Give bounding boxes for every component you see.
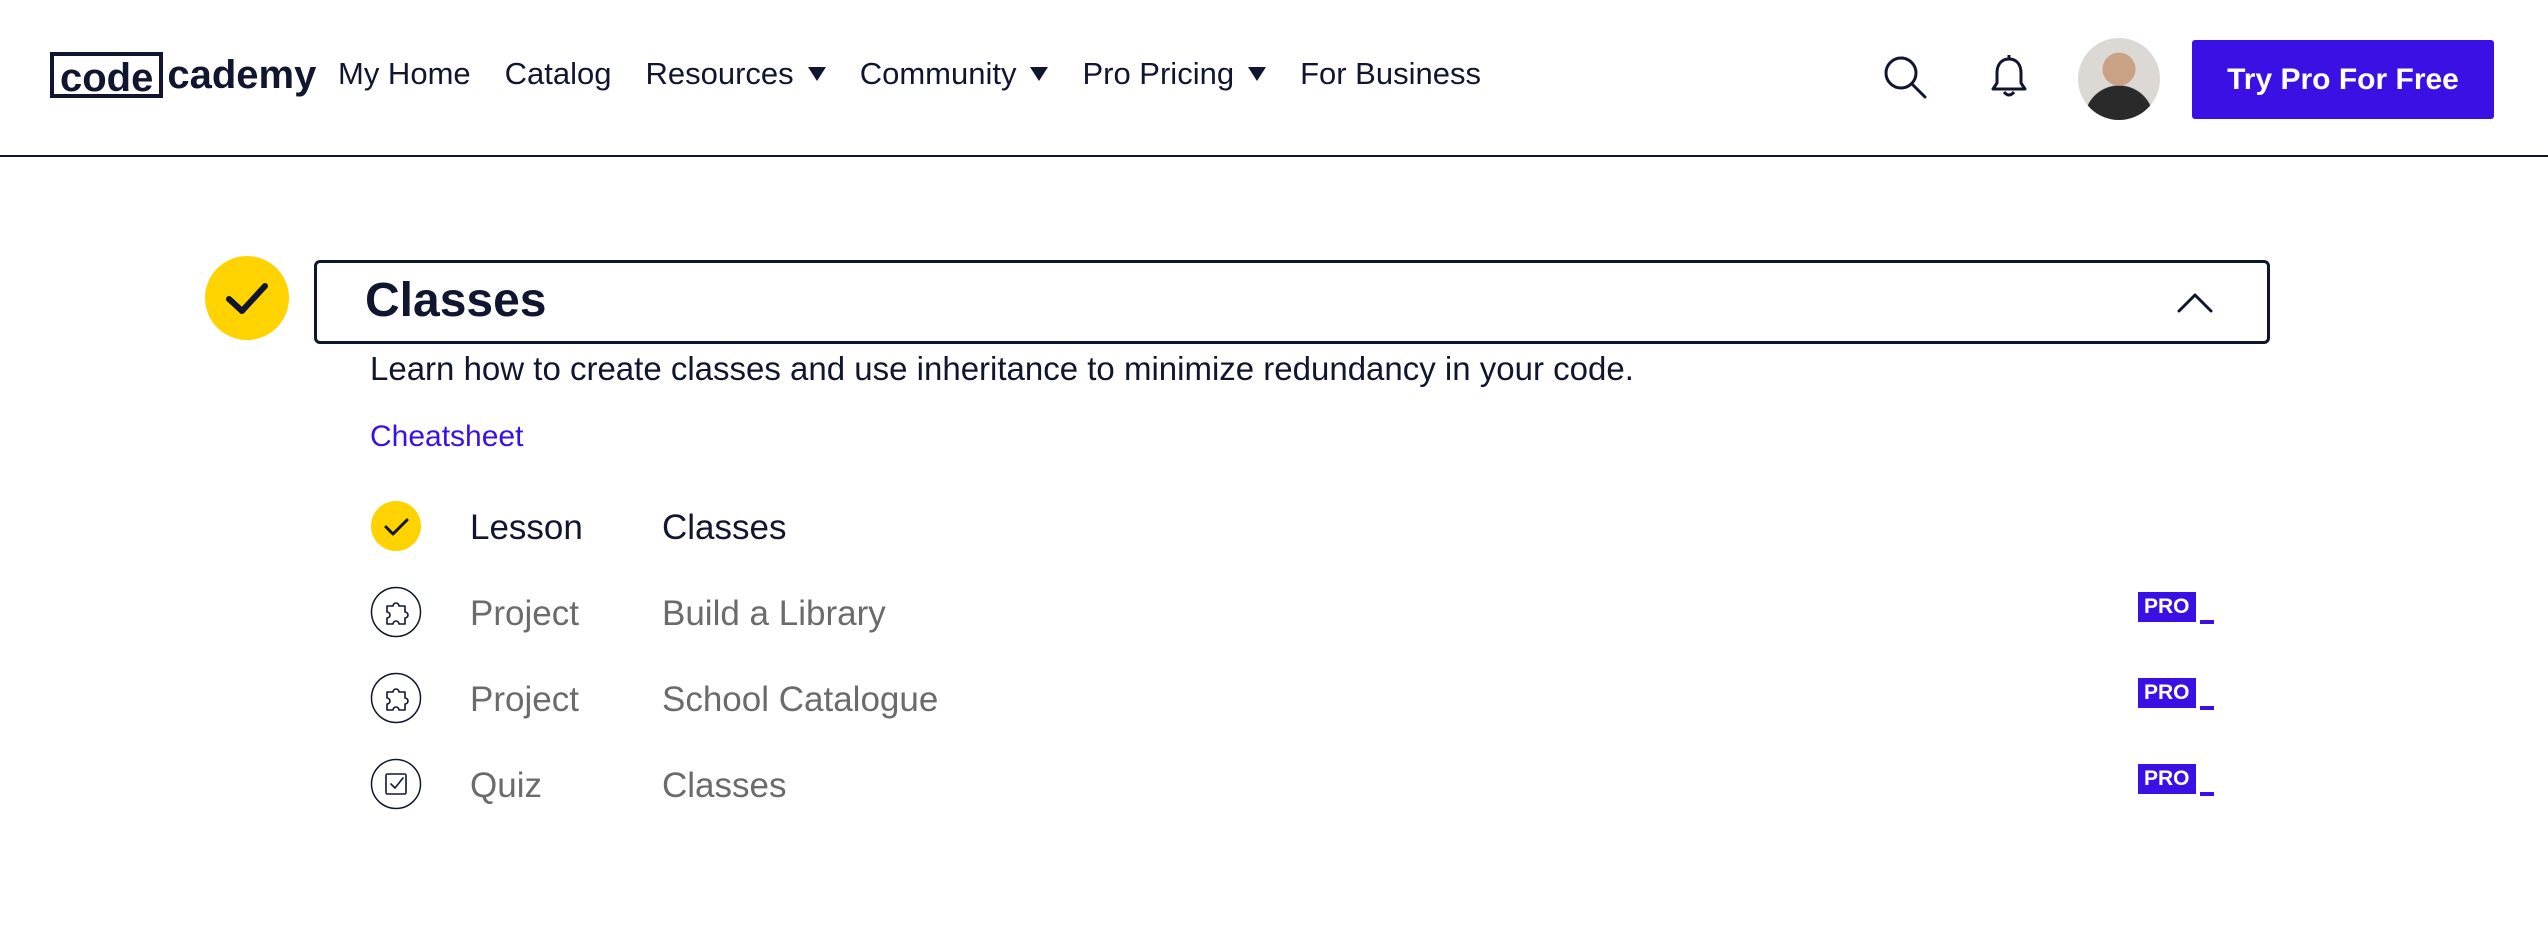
puzzle-icon: [370, 672, 422, 724]
item-type: Lesson: [470, 508, 583, 547]
content-item-project-school-catalogue[interactable]: Project School Catalogue PRO: [370, 672, 2220, 728]
item-name: Build a Library: [662, 594, 886, 633]
item-name: School Catalogue: [662, 680, 939, 719]
nav-community[interactable]: Community: [860, 56, 1049, 92]
main-nav: My Home Catalog Resources Community Pro …: [338, 56, 1515, 92]
pro-badge-underscore: [2200, 620, 2214, 624]
user-avatar[interactable]: [2078, 38, 2160, 120]
codecademy-logo[interactable]: code cademy: [50, 48, 316, 102]
content-item-lesson-classes[interactable]: Lesson Classes: [370, 500, 2220, 556]
logo-cademy: cademy: [167, 52, 317, 97]
nav-pro-pricing[interactable]: Pro Pricing: [1082, 56, 1267, 92]
caret-down-icon: [1030, 67, 1049, 81]
content-item-project-build-a-library[interactable]: Project Build a Library PRO: [370, 586, 2220, 642]
cheatsheet-link[interactable]: Cheatsheet: [370, 420, 523, 454]
caret-down-icon: [1248, 67, 1267, 81]
top-navigation-bar: code cademy My Home Catalog Resources Com…: [0, 0, 2548, 157]
logo-code: code: [50, 52, 164, 100]
nav-my-home[interactable]: My Home: [338, 56, 471, 92]
nav-resources[interactable]: Resources: [646, 56, 826, 92]
item-type: Project: [470, 594, 579, 633]
bell-icon[interactable]: [1986, 54, 2032, 100]
quiz-icon: [370, 758, 422, 810]
module-description: Learn how to create classes and use inhe…: [370, 350, 1634, 387]
puzzle-icon: [370, 586, 422, 638]
try-pro-button[interactable]: Try Pro For Free: [2192, 40, 2494, 119]
pro-badge: PRO: [2138, 678, 2196, 708]
nav-catalog[interactable]: Catalog: [505, 56, 612, 92]
nav-for-business[interactable]: For Business: [1300, 56, 1481, 92]
module-title: Classes: [365, 274, 547, 327]
item-type: Quiz: [470, 766, 542, 805]
pro-badge-underscore: [2200, 706, 2214, 710]
pro-badge: PRO: [2138, 764, 2196, 794]
chevron-up-icon: [2177, 293, 2213, 313]
item-name: Classes: [662, 766, 787, 805]
module-header-toggle[interactable]: Classes: [314, 260, 2270, 344]
check-icon: [371, 501, 421, 551]
item-name: Classes: [662, 508, 787, 547]
item-type: Project: [470, 680, 579, 719]
caret-down-icon: [807, 67, 826, 81]
search-icon[interactable]: [1882, 54, 1928, 100]
pro-badge: PRO: [2138, 592, 2196, 622]
pro-badge-underscore: [2200, 792, 2214, 796]
content-item-quiz-classes[interactable]: Quiz Classes PRO: [370, 758, 2220, 814]
module-complete-icon: [205, 256, 289, 340]
